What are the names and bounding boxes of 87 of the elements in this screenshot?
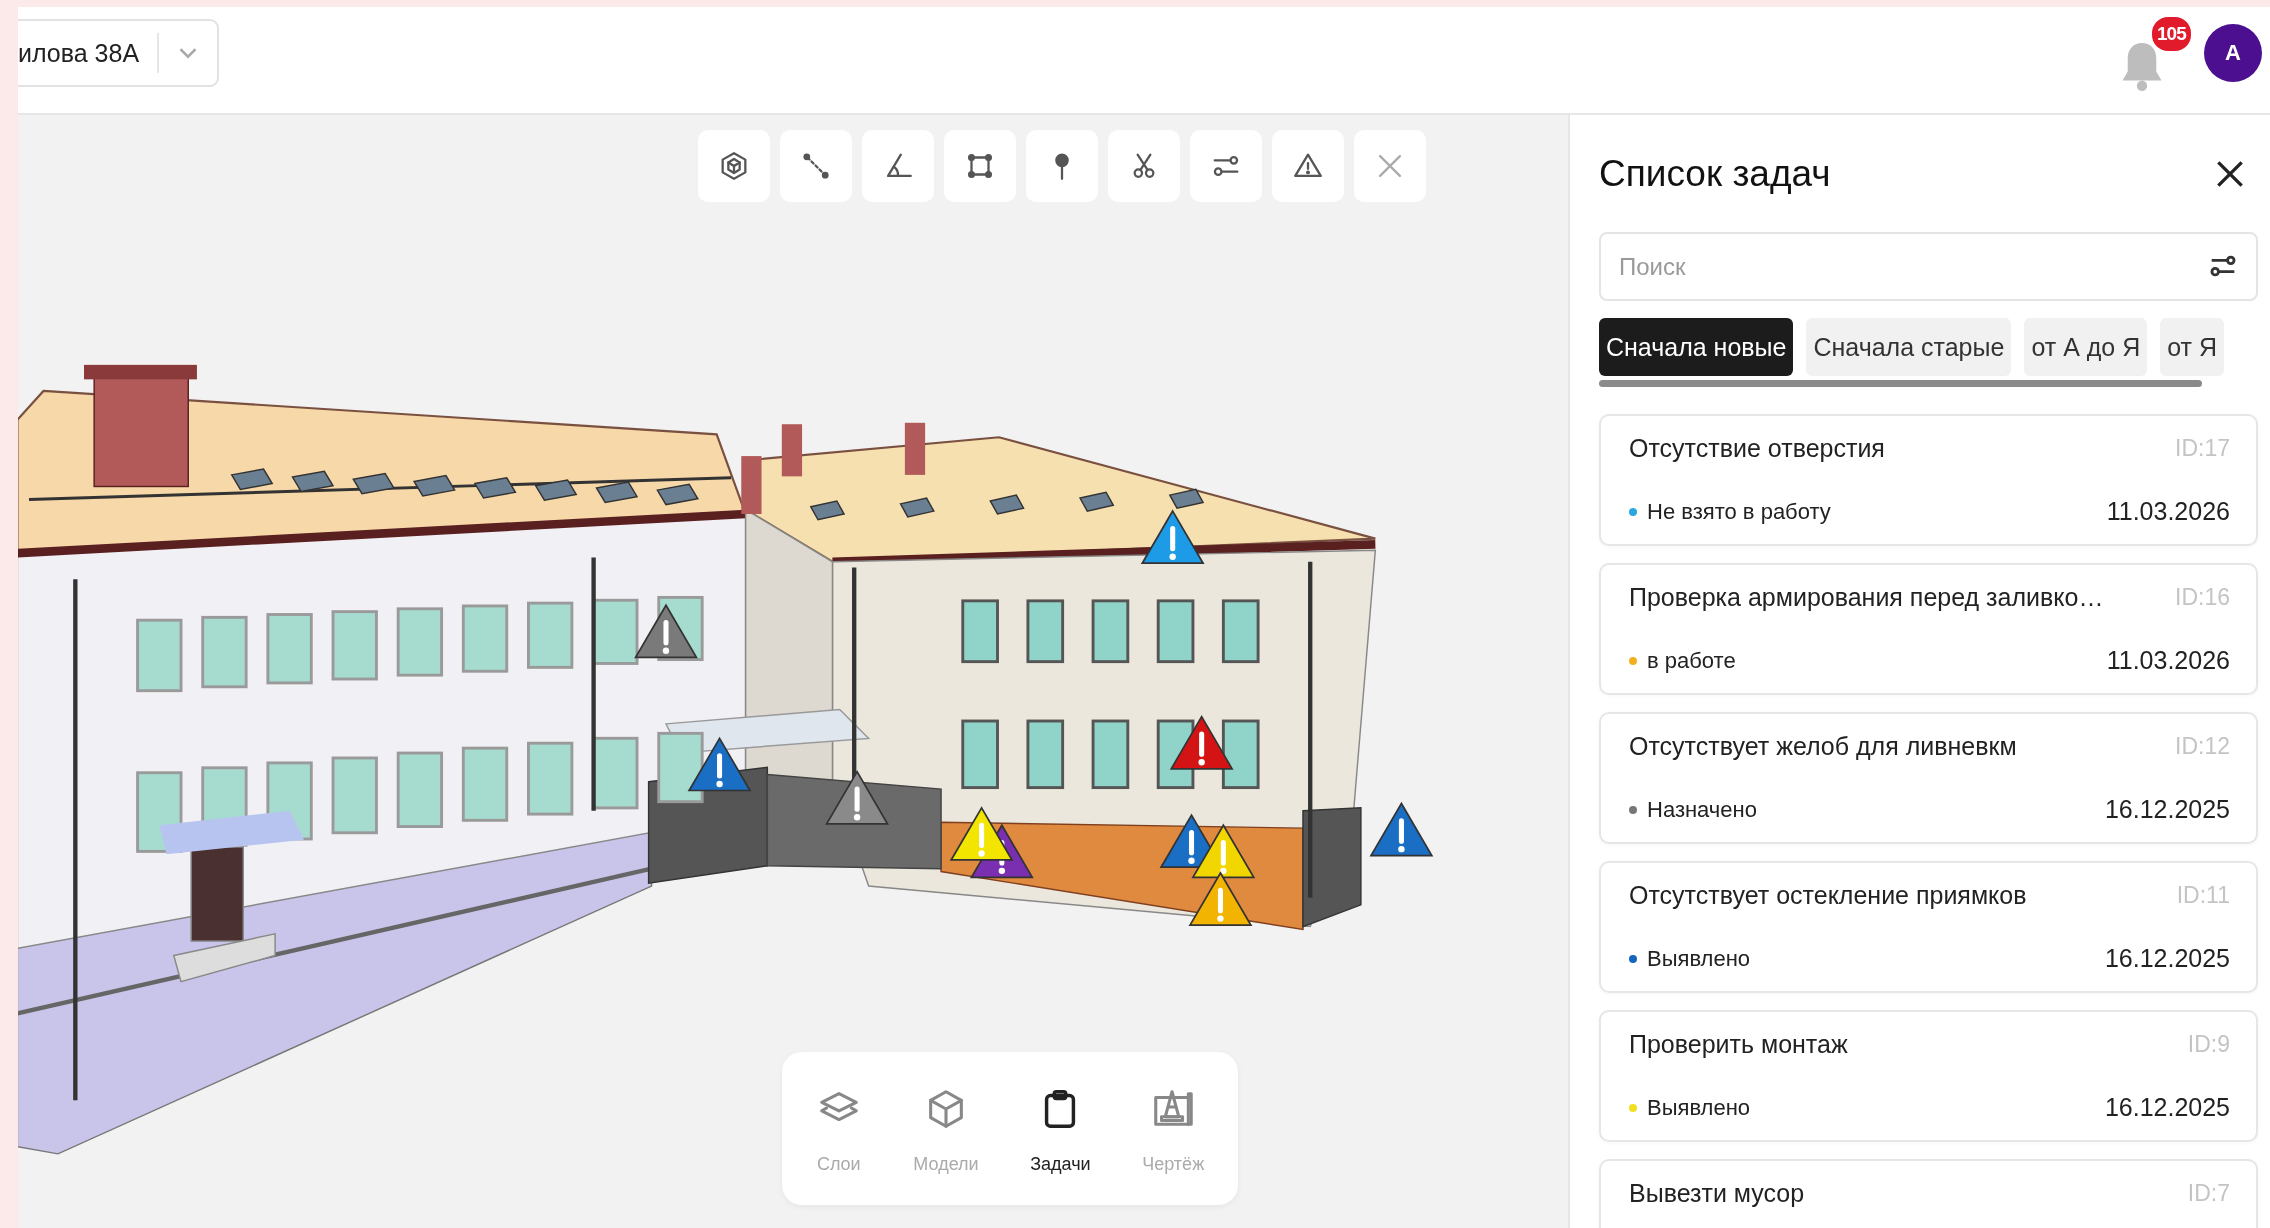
chimney [904, 422, 926, 475]
skylight [473, 477, 517, 499]
window [396, 607, 444, 677]
task-date: 11.03.2026 [2106, 646, 2230, 675]
task-date: 16.12.2025 [2104, 1093, 2230, 1122]
window [527, 601, 574, 669]
warning-marker[interactable] [1169, 714, 1234, 770]
skylight [595, 481, 639, 504]
task-title: Проверка армирования перед заливко… [1629, 583, 2104, 612]
warning-button[interactable] [1272, 130, 1344, 202]
skylight [291, 470, 335, 493]
scrollbar[interactable] [1599, 380, 2202, 387]
task-title: Проверить монтаж [1629, 1030, 1848, 1059]
task-status: Выявлено [1647, 945, 1751, 972]
chimney [741, 456, 762, 514]
window [1221, 599, 1260, 664]
task-card[interactable]: Отсутствует желоб для ливневкм ID:12 Назначено 16.12.2025 [1599, 712, 2258, 844]
window [1091, 719, 1130, 790]
warning-marker[interactable] [949, 806, 1014, 861]
window [266, 613, 313, 685]
task-id: ID:16 [2175, 584, 2230, 611]
task-card[interactable]: Вывезти мусор ID:7 [1599, 1159, 2258, 1228]
skylight [989, 494, 1025, 515]
window [1026, 719, 1065, 790]
square-area-button[interactable] [944, 130, 1016, 202]
skylight [899, 497, 935, 518]
warning-marker[interactable] [1140, 509, 1205, 565]
line-measure-button[interactable] [780, 130, 852, 202]
task-card[interactable]: Отсутствие отверстия ID:17 Не взято в работу 11.03.2026 [1599, 414, 2258, 546]
task-id: ID:7 [2187, 1180, 2230, 1207]
skylight [809, 500, 846, 521]
task-card[interactable]: Проверка армирования перед заливко… ID:16 в работе 11.03.2026 [1599, 563, 2258, 695]
skylight [656, 483, 699, 506]
task-status: Назначено [1647, 796, 1757, 823]
view-cube-button[interactable] [698, 130, 770, 202]
window [1026, 599, 1065, 664]
task-status: Не взято в работу [1647, 498, 1831, 525]
window [331, 610, 378, 681]
skylight [1078, 491, 1115, 512]
user-avatar[interactable]: А [2204, 24, 2262, 82]
skylight [412, 474, 456, 497]
warning-marker[interactable] [1369, 801, 1434, 857]
window [961, 599, 999, 664]
sliders-button[interactable] [1190, 130, 1262, 202]
task-card[interactable]: Проверить монтаж ID:9 Выявлено 16.12.2025 [1599, 1010, 2258, 1142]
warning-marker[interactable] [634, 603, 698, 659]
chimney [781, 424, 803, 477]
project-name: илова 38А [18, 38, 141, 68]
warning-marker[interactable] [1191, 823, 1256, 879]
bell-icon[interactable] [2120, 43, 2164, 91]
skylight [352, 472, 395, 495]
sort-tab[interactable]: Сначала новые [1599, 318, 1794, 376]
window [1156, 599, 1195, 664]
window [961, 719, 999, 790]
task-date: 11.03.2026 [2106, 497, 2230, 526]
task-title: Отсутствует остекление приямков [1629, 881, 2027, 910]
dock-tab[interactable]: Задачи [1024, 1052, 1097, 1205]
task-id: ID:12 [2175, 733, 2230, 760]
task-date: 16.12.2025 [2104, 944, 2230, 973]
project-select[interactable]: илова 38А [18, 19, 220, 87]
window [1091, 599, 1130, 664]
task-title: Вывезти мусор [1629, 1179, 1805, 1208]
task-card[interactable]: Отсутствует остекление приямков ID:11 Выявлено 16.12.2025 [1599, 861, 2258, 993]
warning-marker[interactable] [1188, 871, 1253, 926]
task-id: ID:9 [2187, 1031, 2230, 1058]
skylight [534, 479, 578, 502]
task-id: ID:11 [2176, 882, 2230, 909]
scissors-button[interactable] [1108, 130, 1180, 202]
sort-tab[interactable]: Сначала старые [1806, 318, 2012, 376]
task-status: в работе [1647, 647, 1736, 674]
task-date: 16.12.2025 [2104, 795, 2230, 824]
task-status: Выявлено [1647, 1094, 1751, 1121]
task-title: Отсутствие отверстия [1629, 434, 1885, 463]
notification-badge: 105 [2150, 15, 2193, 53]
task-id: ID:17 [2175, 435, 2230, 462]
pin-button[interactable] [1026, 130, 1098, 202]
sort-tab[interactable]: от Я [2160, 318, 2225, 376]
skylight [230, 468, 274, 491]
window [461, 604, 509, 673]
warning-marker[interactable] [825, 769, 889, 825]
sort-tab[interactable]: от А до Я [2024, 318, 2148, 376]
task-title: Отсутствует желоб для ливневкм [1629, 732, 2017, 761]
window [1221, 719, 1260, 790]
angle-button[interactable] [862, 130, 934, 202]
panel-title: Список задач [1599, 153, 1831, 195]
search-field[interactable]: Поиск [1599, 232, 2258, 301]
warning-marker[interactable] [687, 736, 752, 792]
